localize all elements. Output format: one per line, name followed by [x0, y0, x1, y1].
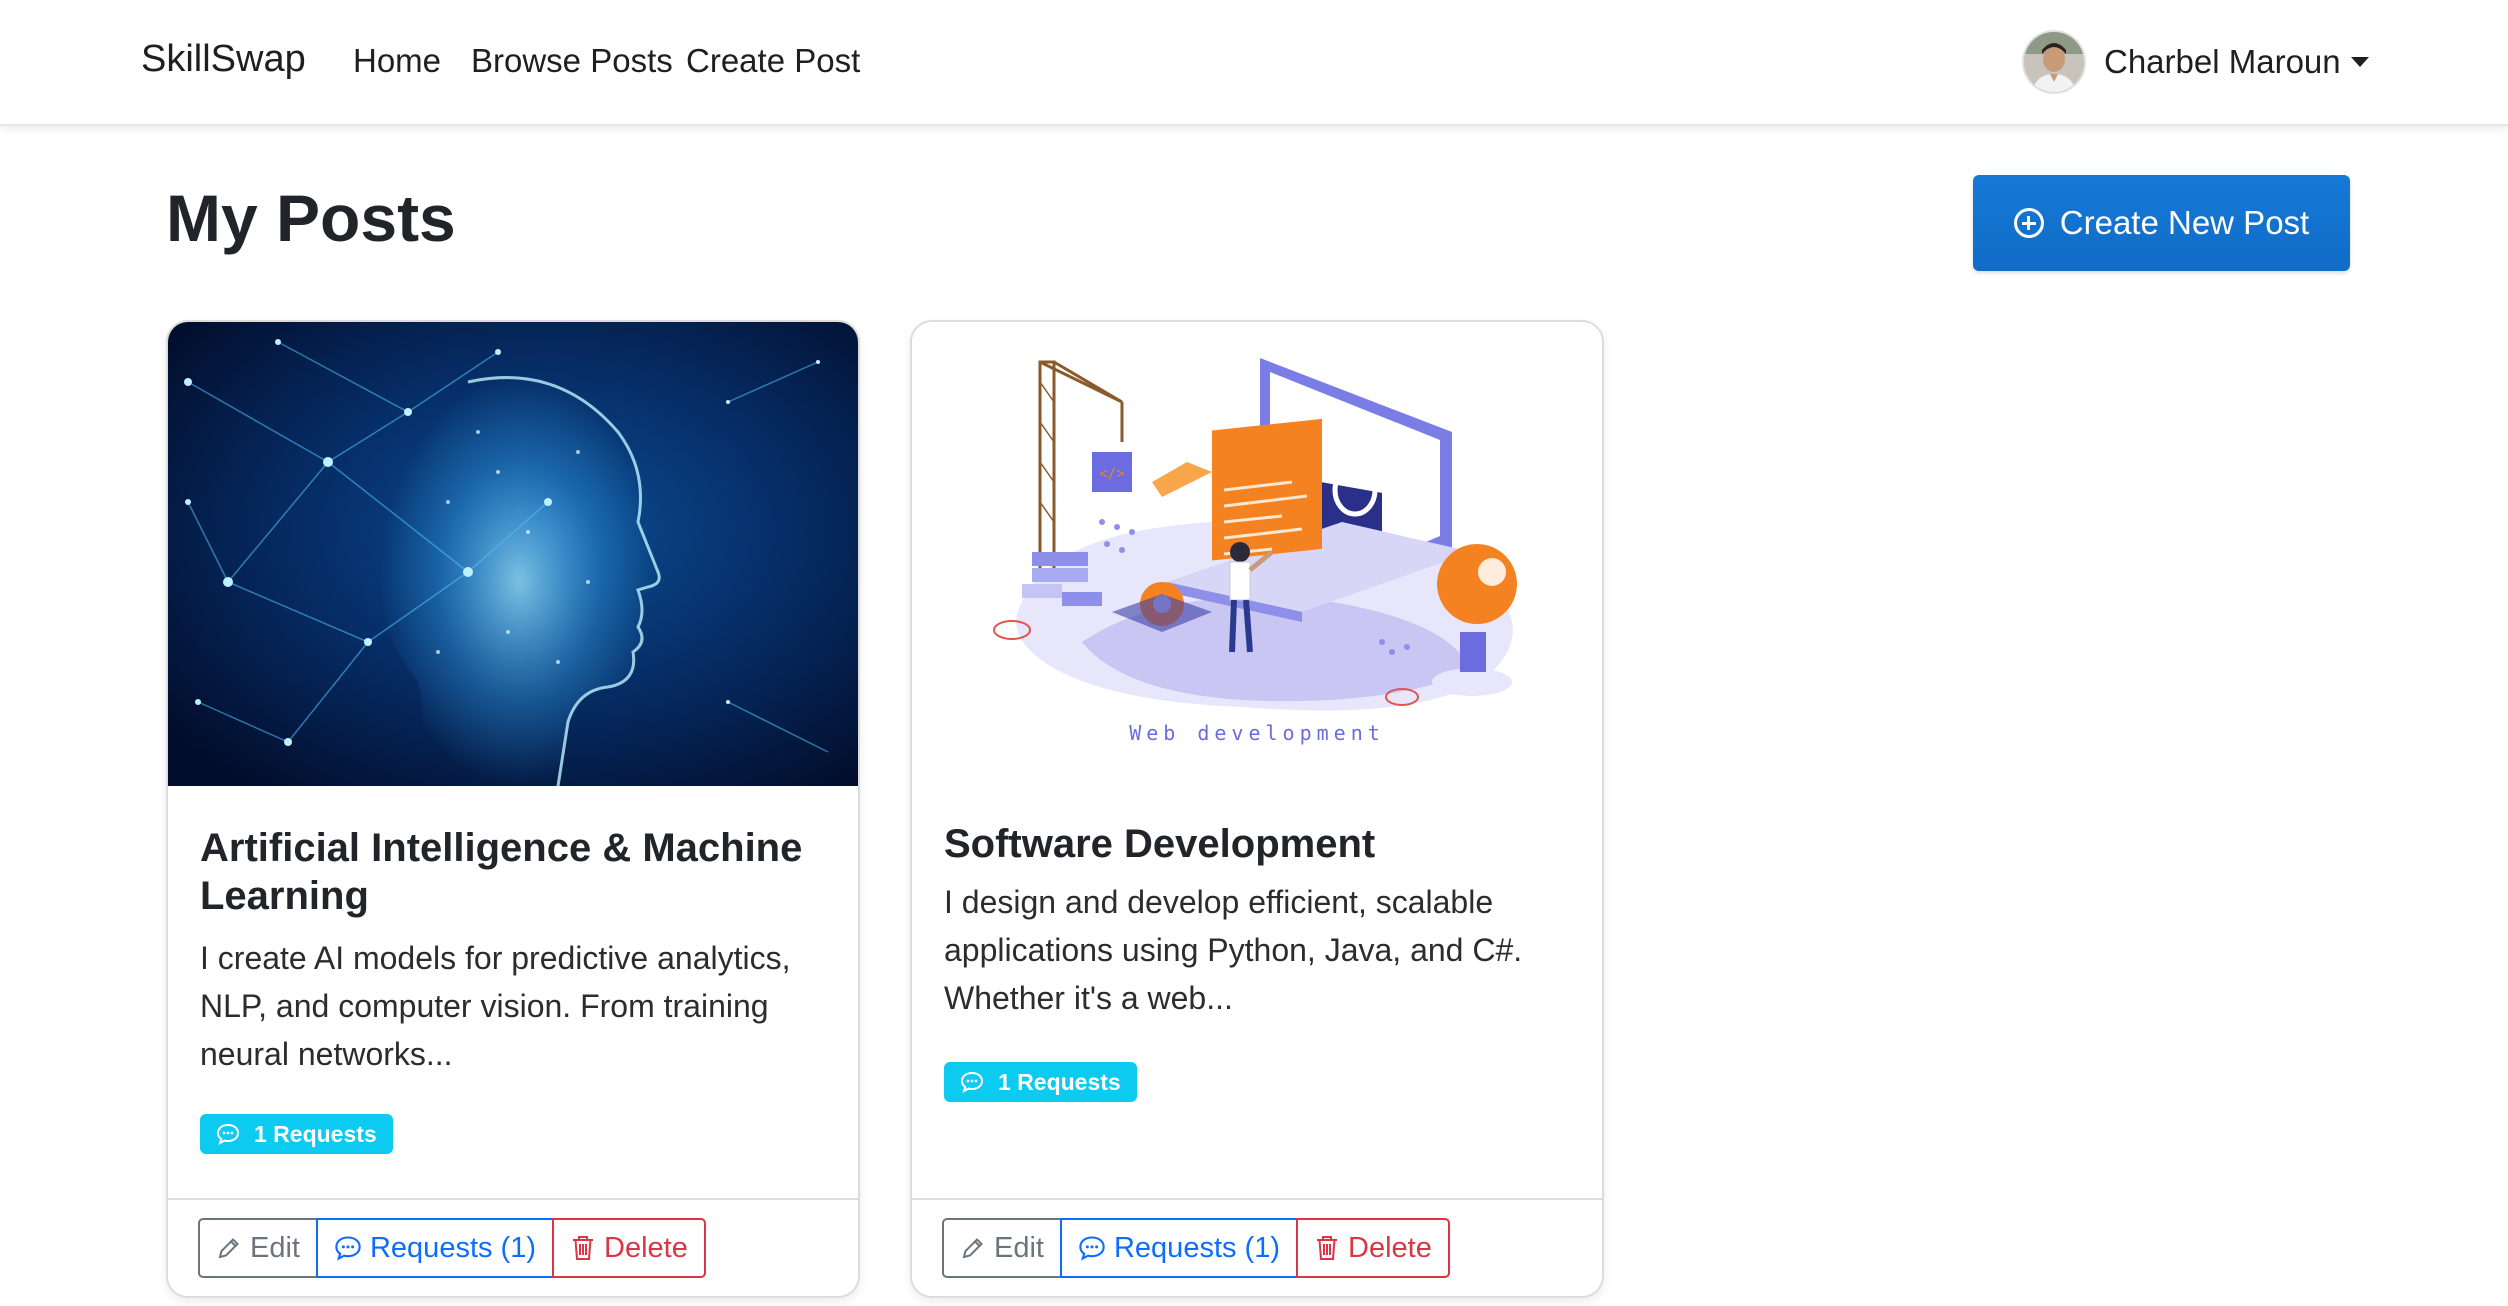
avatar [2024, 32, 2084, 92]
page-title: My Posts [166, 181, 456, 255]
post-card: Artificial Intelligence & Machine Learni… [166, 320, 860, 1298]
chat-bubble-icon [216, 1123, 240, 1145]
post-actions: Edit Requests (1) Delete [198, 1218, 706, 1278]
create-new-post-button[interactable]: Create New Post [1973, 175, 2350, 271]
edit-label: Edit [994, 1231, 1044, 1264]
svg-text:</>: </> [1099, 466, 1124, 482]
nav-link-create-post[interactable]: Create Post [686, 42, 860, 80]
requests-badge-label: 1 Requests [254, 1120, 377, 1147]
post-description: I create AI models for predictive analyt… [200, 940, 791, 1072]
trash-icon [573, 1236, 593, 1260]
edit-label: Edit [250, 1231, 300, 1264]
create-new-post-label: Create New Post [2059, 204, 2310, 241]
delete-label: Delete [1348, 1231, 1432, 1264]
nav-link-browse-posts[interactable]: Browse Posts [471, 42, 673, 80]
post-title: Software Development [944, 822, 1376, 866]
card-footer: Edit Requests (1) Delete [912, 1198, 1602, 1296]
delete-button[interactable]: Delete [1296, 1218, 1450, 1278]
card-footer: Edit Requests (1) Delete [168, 1198, 858, 1296]
ai-head-network-image [168, 322, 858, 786]
post-title: Artificial Intelligence & Machine Learni… [200, 826, 803, 918]
nav-link-home[interactable]: Home [353, 42, 441, 80]
delete-button[interactable]: Delete [552, 1218, 706, 1278]
user-menu[interactable]: Charbel Maroun [2024, 30, 2369, 94]
requests-badge: 1 Requests [200, 1114, 393, 1154]
requests-label: Requests (1) [1113, 1231, 1280, 1264]
chat-bubble-icon [1079, 1236, 1105, 1261]
image-caption: Web development [1129, 721, 1385, 745]
pencil-icon [218, 1238, 239, 1259]
post-card: </> Web development Software Development… [910, 320, 1604, 1298]
edit-button[interactable]: Edit [942, 1218, 1062, 1278]
delete-label: Delete [604, 1231, 688, 1264]
caret-down-icon [2350, 57, 2369, 67]
chat-bubble-icon [335, 1236, 361, 1261]
plus-circle-icon [2013, 208, 2044, 238]
pencil-icon [962, 1238, 983, 1259]
requests-badge: 1 Requests [944, 1062, 1137, 1102]
brand-logo[interactable]: SkillSwap [141, 38, 306, 81]
requests-badge-label: 1 Requests [998, 1068, 1121, 1095]
edit-button[interactable]: Edit [198, 1218, 318, 1278]
navbar: SkillSwap Home Browse Posts Create Post … [0, 0, 2508, 126]
requests-label: Requests (1) [369, 1231, 536, 1264]
chat-bubble-icon [960, 1071, 984, 1093]
web-development-illustration: </> Web development [912, 322, 1602, 786]
requests-button[interactable]: Requests (1) [315, 1218, 554, 1278]
post-description: I design and develop efficient, scalable… [944, 884, 1523, 1016]
trash-icon [1317, 1236, 1337, 1260]
post-actions: Edit Requests (1) Delete [942, 1218, 1450, 1278]
user-name: Charbel Maroun [2104, 43, 2341, 80]
requests-button[interactable]: Requests (1) [1059, 1218, 1298, 1278]
